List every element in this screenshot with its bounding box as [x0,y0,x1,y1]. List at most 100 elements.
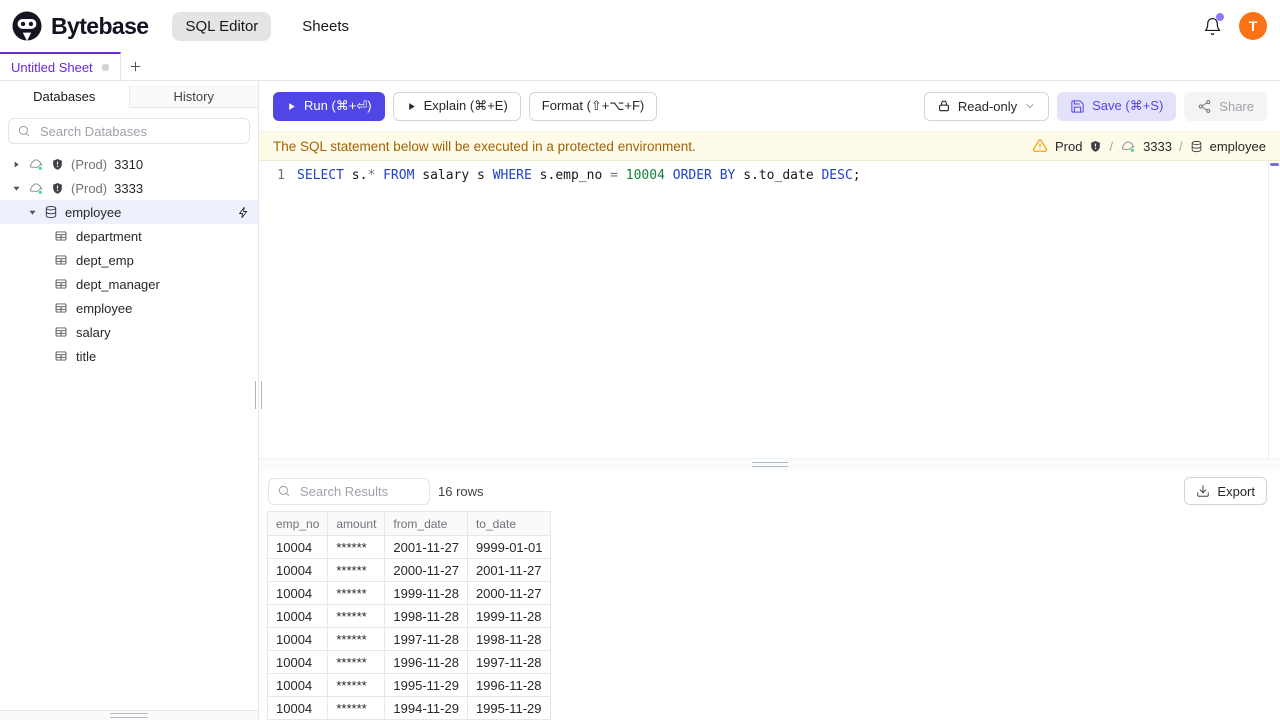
results-cell[interactable]: 10004 [266,581,329,605]
table-icon [55,303,67,313]
results-cell[interactable]: 1997-11-28 [384,627,468,651]
sheet-tab-bar: Untitled Sheet [0,52,1280,81]
tab-untitled-sheet[interactable]: Untitled Sheet [0,52,121,80]
results-cell[interactable]: 10004 [266,535,329,559]
sidebar-resize-handle[interactable] [255,381,262,409]
results-cell[interactable]: ****** [327,535,386,559]
top-right: T [1201,12,1267,40]
instance-name: 3310 [114,156,144,172]
export-button[interactable]: Export [1184,477,1267,505]
run-button[interactable]: Run (⌘+⏎) [273,91,385,121]
results-cell[interactable]: ****** [327,650,386,674]
results-cell[interactable]: ****** [327,673,386,697]
results-column-header[interactable]: from_date [384,511,468,536]
database-search-box [8,118,250,144]
results-cell[interactable]: 1999-11-28 [467,604,552,628]
results-cell[interactable]: 1997-11-28 [467,650,552,674]
horizontal-scroll-grip[interactable] [110,713,148,718]
results-row[interactable]: 10004 ****** 2001-11-27 9999-01-01 [266,535,552,559]
share-button[interactable]: Share [1184,91,1267,121]
readonly-mode-dropdown[interactable]: Read-only [923,91,1050,121]
results-cell[interactable]: ****** [327,558,386,582]
tab-databases[interactable]: Databases [0,85,130,108]
new-sheet-button[interactable] [121,52,151,80]
tree-item-table[interactable]: department [0,224,258,248]
sidebar-bottom-scrollbar [0,710,258,720]
results-cell[interactable]: 10004 [266,650,329,674]
results-cell[interactable]: 10004 [266,558,329,582]
results-cell[interactable]: 1994-11-29 [384,696,468,720]
editor-scrollbar-gutter[interactable] [1268,161,1280,458]
notification-badge [1216,13,1224,21]
results-cell[interactable]: 2001-11-27 [467,558,552,582]
results-cell[interactable]: ****** [327,696,386,720]
splitter-grip[interactable] [751,462,788,467]
avatar[interactable]: T [1239,12,1267,40]
database-icon [45,205,57,219]
tree-item-instance-3333[interactable]: (Prod) 3333 [0,176,258,200]
sql-code: SELECT s.* FROM salary s WHERE s.emp_no … [297,168,861,183]
results-cell[interactable]: 2001-11-27 [384,535,468,559]
tab-history[interactable]: History [130,85,259,107]
brand[interactable]: Bytebase [12,11,149,41]
tree-item-table[interactable]: dept_emp [0,248,258,272]
tree-item-table[interactable]: salary [0,320,258,344]
results-row[interactable]: 10004 ****** 1994-11-29 1995-11-29 [266,696,552,720]
results-cell[interactable]: 2000-11-27 [384,558,468,582]
nav-sql-editor[interactable]: SQL Editor [172,11,272,41]
results-column-header[interactable]: to_date [467,511,552,536]
results-cell[interactable]: 1995-11-29 [467,696,552,720]
table-name: dept_manager [76,276,160,292]
results-cell[interactable]: 10004 [266,627,329,651]
explain-button[interactable]: Explain (⌘+E) [392,91,521,121]
tree-item-table[interactable]: title [0,344,258,368]
instance-label: 3333 [1143,138,1172,154]
results-cell[interactable]: 1995-11-29 [384,673,468,697]
notifications-button[interactable] [1201,13,1224,37]
results-cell[interactable]: ****** [327,627,386,651]
sql-editor-surface[interactable]: 1 SELECT s.* FROM salary s WHERE s.emp_n… [259,161,1280,458]
tree-item-instance-3310[interactable]: (Prod) 3310 [0,152,258,176]
results-row[interactable]: 10004 ****** 1999-11-28 2000-11-27 [266,581,552,605]
database-tree: (Prod) 3310 (Prod) 3333 employee departm… [0,152,258,710]
results-cell[interactable]: 10004 [266,696,329,720]
results-cell[interactable]: 10004 [266,673,329,697]
instance-name: 3333 [114,180,144,196]
results-row[interactable]: 10004 ****** 1997-11-28 1998-11-28 [266,627,552,651]
results-row[interactable]: 10004 ****** 2000-11-27 2001-11-27 [266,558,552,582]
results-row[interactable]: 10004 ****** 1995-11-29 1996-11-28 [266,673,552,697]
tree-item-table[interactable]: employee [0,296,258,320]
toolbar-right: Read-only Save (⌘+S) Share [923,91,1267,121]
table-icon [55,255,67,265]
results-row[interactable]: 10004 ****** 1998-11-28 1999-11-28 [266,604,552,628]
results-cell[interactable]: 1999-11-28 [384,581,468,605]
tree-item-database-employee[interactable]: employee [0,200,258,224]
results-cell[interactable]: 1996-11-28 [384,650,468,674]
nav-sheets[interactable]: Sheets [289,12,362,41]
results-row[interactable]: 10004 ****** 1996-11-28 1997-11-28 [266,650,552,674]
editor-toolbar: Run (⌘+⏎) Explain (⌘+E) Format (⇧+⌥+F) R… [259,81,1280,131]
save-button[interactable]: Save (⌘+S) [1057,91,1177,121]
results-cell[interactable]: 9999-01-01 [467,535,552,559]
results-cell[interactable]: 10004 [266,604,329,628]
results-cell[interactable]: ****** [327,604,386,628]
play-icon [408,102,415,110]
results-cell[interactable]: ****** [327,581,386,605]
format-button[interactable]: Format (⇧+⌥+F) [528,91,658,121]
results-column-header[interactable]: amount [327,511,386,536]
table-name: department [76,228,142,244]
tree-item-table[interactable]: dept_manager [0,272,258,296]
database-icon [1191,140,1201,152]
search-icon [18,125,30,137]
results-cell[interactable]: 2000-11-27 [467,581,552,605]
results-cell[interactable]: 1998-11-28 [384,604,468,628]
results-cell[interactable]: 1998-11-28 [467,627,552,651]
results-column-header[interactable]: emp_no [266,511,329,536]
results-splitter[interactable] [259,458,1280,470]
search-databases-input[interactable] [38,122,241,140]
play-icon [289,102,295,110]
results-cell[interactable]: 1996-11-28 [467,673,552,697]
sheet-tab-label: Untitled Sheet [11,59,93,75]
caret-down-icon [29,210,36,215]
connection-breadcrumb: Prod / 3333 / employee [1032,138,1266,154]
